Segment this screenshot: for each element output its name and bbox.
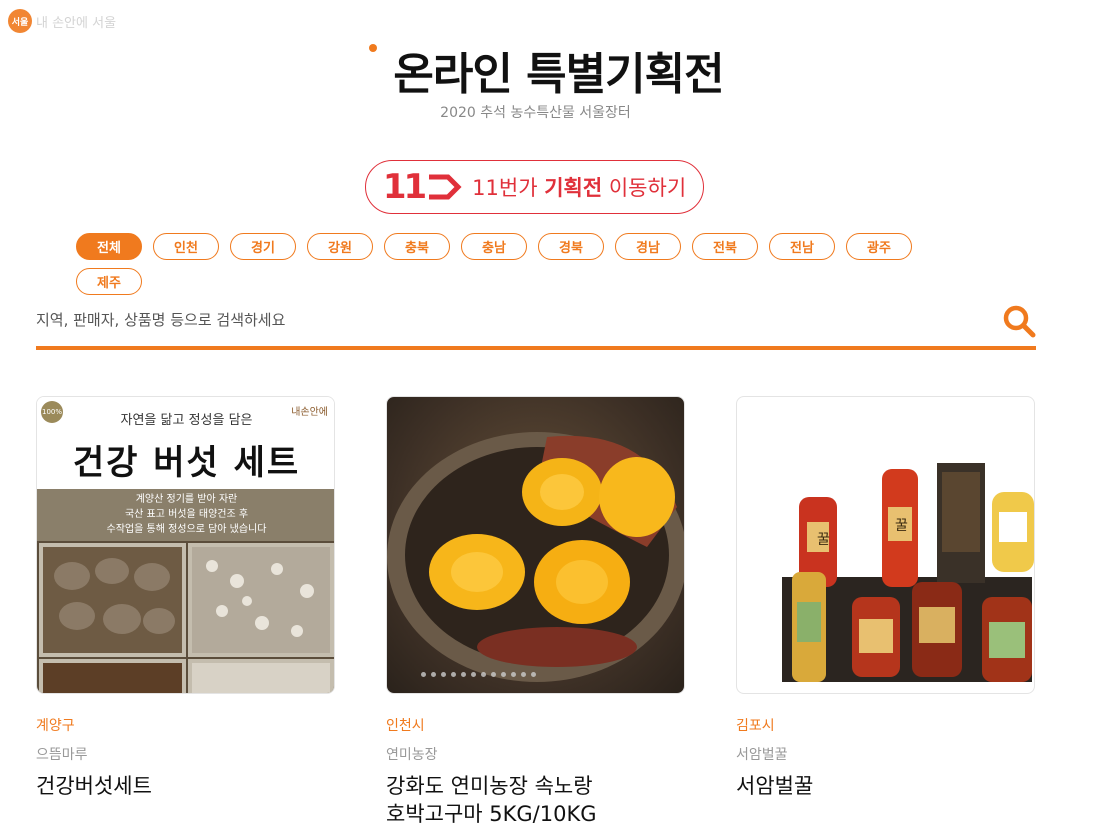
brand-label: 내 손안에 서울 <box>36 15 117 31</box>
product-card[interactable]: 100% 내손안에 자연을 닮고 정성을 담은 건강 버섯 세트 계양산 정기를… <box>36 396 335 800</box>
search-input[interactable] <box>36 300 976 340</box>
product-card[interactable]: 꿀 꿀 김포시 서암벌꿀 서암벌꿀 <box>736 396 1035 800</box>
region-chip-chungbuk[interactable]: 충북 <box>384 233 450 260</box>
product-name[interactable]: 서암벌꿀 <box>736 772 1035 800</box>
honey-jars-photo-icon: 꿀 꿀 <box>782 463 1034 682</box>
product-image[interactable] <box>386 396 685 694</box>
region-chip-jeju[interactable]: 제주 <box>76 268 142 295</box>
page-title: 온라인 특별기획전 <box>393 49 724 100</box>
svg-text:꿀: 꿀 <box>817 532 830 548</box>
product-image[interactable]: 100% 내손안에 자연을 닮고 정성을 담은 건강 버섯 세트 계양산 정기를… <box>36 396 335 694</box>
product-image[interactable]: 꿀 꿀 <box>736 396 1035 694</box>
region-chip-chungnam[interactable]: 충남 <box>461 233 527 260</box>
carousel-indicator[interactable] <box>421 672 536 677</box>
product-seller: 연미농장 <box>386 747 438 763</box>
region-chip-gwangju[interactable]: 광주 <box>846 233 912 260</box>
region-chip-gyeonggi[interactable]: 경기 <box>230 233 296 260</box>
elevenst-logo-icon: 11 <box>383 167 462 207</box>
region-chip-jeonbuk[interactable]: 전북 <box>692 233 758 260</box>
region-filter: 전체 인천 경기 강원 충북 충남 경북 경남 전북 전남 광주 제주 <box>76 233 936 295</box>
product-region: 김포시 <box>736 718 775 734</box>
product-seller: 서암벌꿀 <box>736 747 788 763</box>
page-subtitle: 2020 추석 농수특산물 서울장터 <box>440 105 631 121</box>
region-chip-jeonnam[interactable]: 전남 <box>769 233 835 260</box>
mushroom-boxes-icon <box>37 541 334 693</box>
region-chip-all[interactable]: 전체 <box>76 233 142 260</box>
product-region: 계양구 <box>36 718 75 734</box>
region-chip-gyeongbuk[interactable]: 경북 <box>538 233 604 260</box>
seoul-logo-icon: 서울 <box>8 9 32 33</box>
image-description: 계양산 정기를 받아 자란 국산 표고 버섯을 태양건조 후 수작업을 통해 정… <box>106 494 267 535</box>
image-title: 건강 버섯 세트 <box>72 443 301 483</box>
search-bar <box>36 300 1036 350</box>
brand-logo[interactable]: 서울 내 손안에 서울 <box>8 9 116 33</box>
product-card[interactable]: 인천시 연미농장 강화도 연미농장 속노랑 호박고구마 5KG/10KG <box>386 396 685 828</box>
svg-text:꿀: 꿀 <box>895 518 908 534</box>
region-chip-incheon[interactable]: 인천 <box>153 233 219 260</box>
product-name[interactable]: 건강버섯세트 <box>36 772 335 800</box>
elevenst-promo-button[interactable]: 11 11번가 기획전 이동하기 <box>365 160 704 214</box>
region-chip-gyeongnam[interactable]: 경남 <box>615 233 681 260</box>
product-seller: 으뜸마루 <box>36 747 88 763</box>
product-region: 인천시 <box>386 718 425 734</box>
image-subtitle: 자연을 닮고 정성을 담은 <box>120 413 253 428</box>
product-name[interactable]: 강화도 연미농장 속노랑 호박고구마 5KG/10KG <box>386 772 685 828</box>
elevenst-button-label: 11번가 기획전 이동하기 <box>472 176 687 200</box>
sweet-potato-photo-icon <box>387 432 684 682</box>
search-icon[interactable] <box>1002 304 1036 338</box>
region-chip-gangwon[interactable]: 강원 <box>307 233 373 260</box>
